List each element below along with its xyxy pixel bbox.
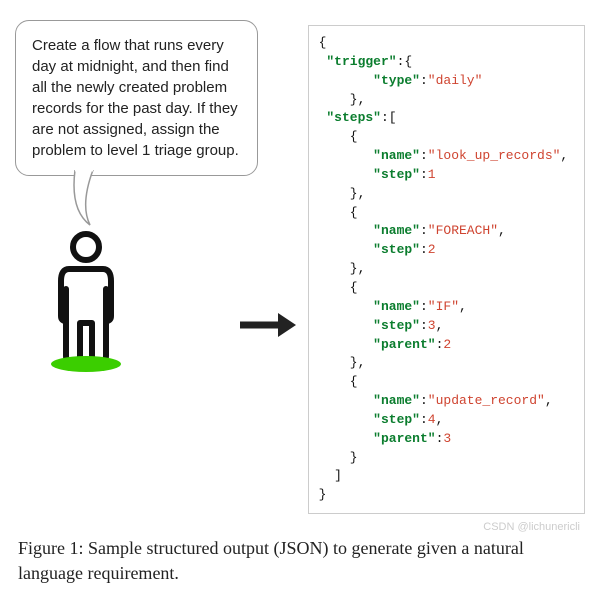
key-step-1: "step" bbox=[373, 167, 420, 182]
val-step-4: 4 bbox=[428, 412, 436, 427]
val-type: "daily" bbox=[428, 73, 483, 88]
val-step-1: 1 bbox=[428, 167, 436, 182]
speech-text: Create a flow that runs every day at mid… bbox=[32, 37, 239, 159]
val-step-3: 3 bbox=[428, 318, 436, 333]
val-name-2: "FOREACH" bbox=[428, 223, 498, 238]
key-type: "type" bbox=[373, 73, 420, 88]
key-step-2: "step" bbox=[373, 242, 420, 257]
val-name-1: "look_up_records" bbox=[428, 148, 561, 163]
key-name-4: "name" bbox=[373, 393, 420, 408]
watermark-text: CSDN @lichunericli bbox=[483, 521, 580, 533]
key-steps: "steps" bbox=[326, 110, 381, 125]
speech-bubble: Create a flow that runs every day at mid… bbox=[15, 20, 258, 176]
person-shadow-icon bbox=[51, 356, 121, 372]
key-name-3: "name" bbox=[373, 299, 420, 314]
key-trigger: "trigger" bbox=[326, 54, 396, 69]
key-parent-3: "parent" bbox=[373, 337, 435, 352]
val-parent-4: 3 bbox=[443, 431, 451, 446]
val-parent-3: 2 bbox=[443, 337, 451, 352]
val-name-4: "update_record" bbox=[428, 393, 545, 408]
key-parent-4: "parent" bbox=[373, 431, 435, 446]
figure-caption: Figure 1: Sample structured output (JSON… bbox=[0, 524, 600, 590]
val-step-2: 2 bbox=[428, 242, 436, 257]
key-name-2: "name" bbox=[373, 223, 420, 238]
key-name-1: "name" bbox=[373, 148, 420, 163]
left-column: Create a flow that runs every day at mid… bbox=[15, 20, 258, 372]
json-code-box: { "trigger":{ "type":"daily" }, "steps":… bbox=[308, 25, 585, 514]
speech-tail-icon bbox=[65, 170, 105, 230]
person-icon bbox=[49, 231, 124, 366]
val-name-3: "IF" bbox=[428, 299, 459, 314]
key-step-3: "step" bbox=[373, 318, 420, 333]
key-step-4: "step" bbox=[373, 412, 420, 427]
figure-main: Create a flow that runs every day at mid… bbox=[0, 0, 600, 524]
